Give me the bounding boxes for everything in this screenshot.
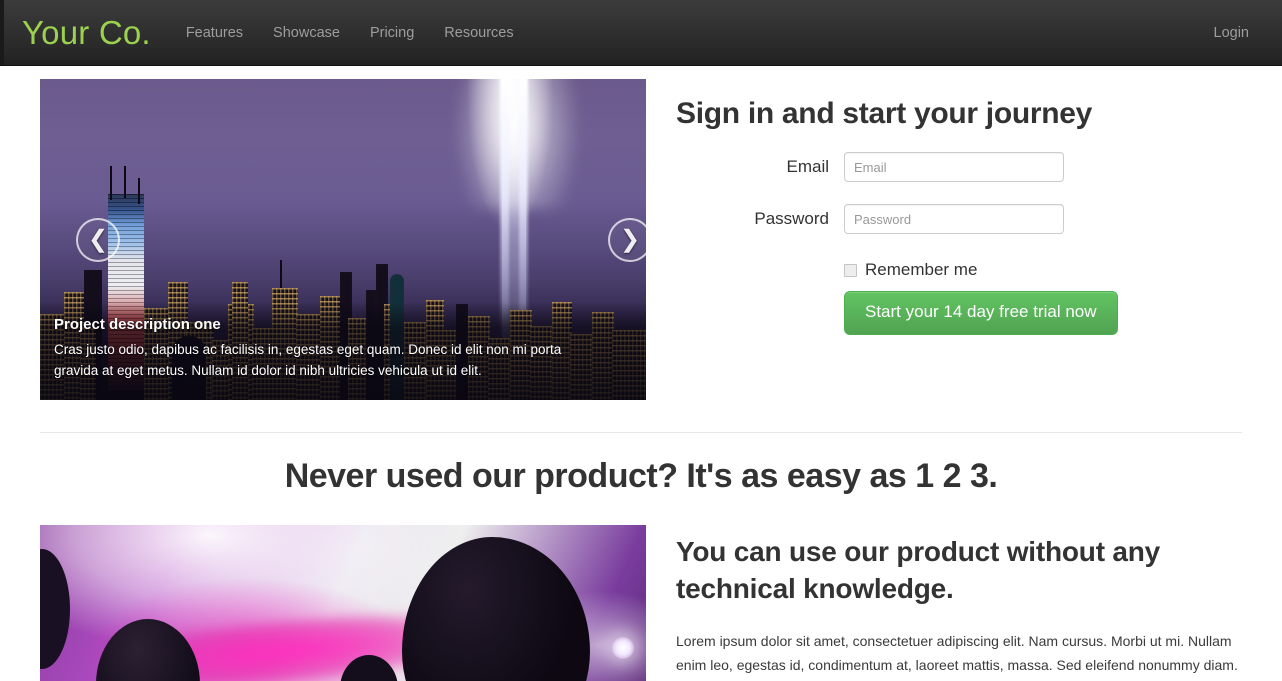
signin-actions: Remember me Start your 14 day free trial…	[844, 260, 1242, 335]
carousel-caption: Project description one Cras justo odio,…	[40, 302, 646, 400]
nav-link-resources[interactable]: Resources	[429, 0, 528, 66]
chevron-right-icon: ❯	[619, 225, 641, 253]
nav-link-showcase[interactable]: Showcase	[258, 0, 355, 66]
remember-me-row[interactable]: Remember me	[844, 260, 1242, 280]
password-form-group: Password	[676, 204, 1242, 234]
secondary-nav: Login	[1199, 0, 1282, 66]
carousel-prev-button[interactable]: ❮	[76, 217, 120, 262]
navbar-left-edge	[0, 0, 4, 65]
remember-me-checkbox[interactable]	[844, 263, 857, 277]
primary-nav: Features Showcase Pricing Resources	[171, 0, 529, 66]
password-label: Password	[754, 209, 829, 228]
nav-item-showcase[interactable]: Showcase	[258, 0, 355, 66]
signin-heading: Sign in and start your journey	[676, 97, 1093, 130]
password-input[interactable]	[844, 204, 1064, 234]
marketing-heading: Never used our product? It's as easy as …	[284, 457, 998, 495]
email-label: Email	[786, 157, 829, 176]
nav-item-features[interactable]: Features	[171, 0, 258, 66]
nav-item-resources[interactable]: Resources	[429, 0, 528, 66]
hero-carousel[interactable]: ❮ ❯ Project description one Cras justo o…	[40, 79, 646, 400]
nav-item-pricing[interactable]: Pricing	[355, 0, 429, 66]
chevron-left-icon: ❮	[87, 225, 109, 253]
start-free-trial-button[interactable]: Start your 14 day free trial now	[844, 291, 1118, 335]
page-container: ❮ ❯ Project description one Cras justo o…	[20, 66, 1262, 681]
marketing-row: You can use our product without any tech…	[40, 525, 1242, 681]
carousel-caption-text: Cras justo odio, dapibus ac facilisis in…	[54, 342, 562, 379]
nav-link-pricing[interactable]: Pricing	[355, 0, 429, 66]
remember-me-label[interactable]: Remember me	[865, 260, 977, 280]
marketing-subheading: You can use our product without any tech…	[676, 536, 1161, 605]
hero-row: ❮ ❯ Project description one Cras justo o…	[40, 66, 1242, 400]
marketing-photo-crowd	[40, 525, 646, 681]
email-input[interactable]	[844, 152, 1064, 182]
top-navbar: Your Co. Features Showcase Pricing Resou…	[0, 0, 1282, 66]
marketing-body-text: Lorem ipsum dolor sit amet, consectetuer…	[676, 633, 1238, 674]
signin-panel: Sign in and start your journey Email Pas…	[646, 79, 1242, 400]
carousel-next-button[interactable]: ❯	[608, 217, 646, 262]
marketing-copy: You can use our product without any tech…	[646, 525, 1242, 681]
carousel-caption-title: Project description one	[54, 316, 221, 334]
section-divider	[40, 432, 1242, 433]
brand-logo[interactable]: Your Co.	[0, 16, 171, 49]
nav-link-features[interactable]: Features	[171, 0, 258, 66]
stage-lamp-light	[612, 637, 634, 660]
email-form-group: Email	[676, 152, 1242, 182]
login-link[interactable]: Login	[1199, 0, 1264, 66]
